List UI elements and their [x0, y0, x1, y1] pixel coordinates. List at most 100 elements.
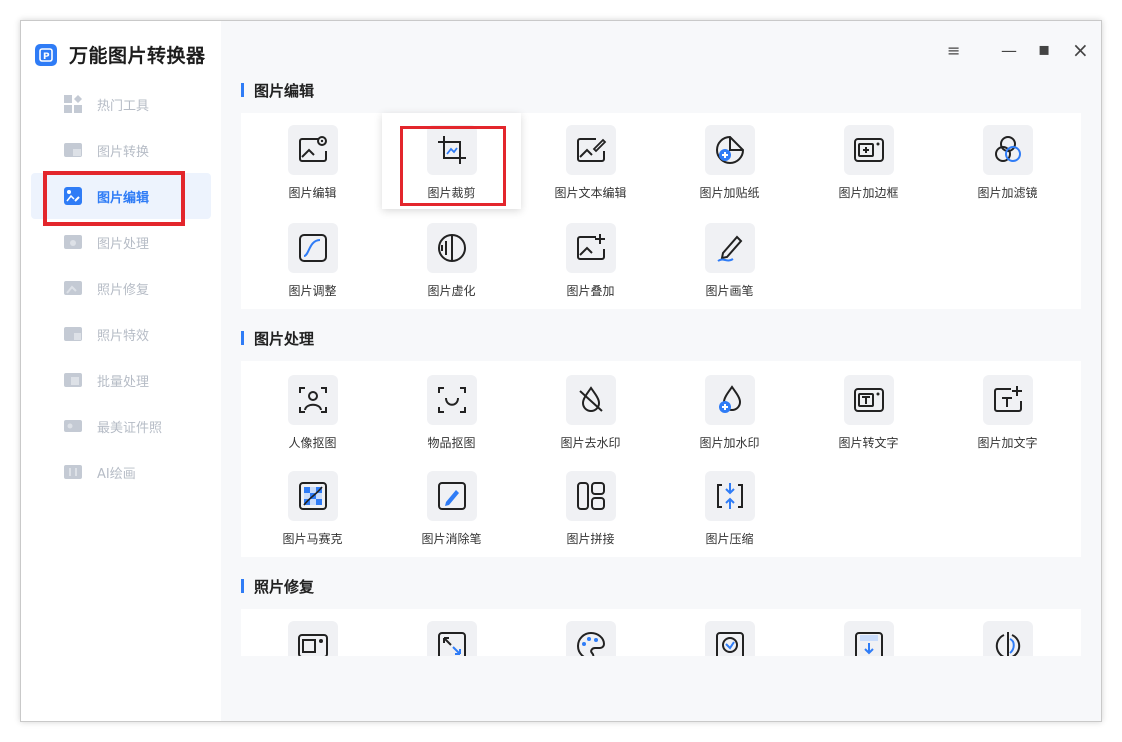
sidebar-item-label: 批量处理 [97, 374, 150, 390]
curve-adjust-icon [298, 234, 327, 262]
highlight-box-crop-tool [400, 126, 506, 206]
section-panel-image-edit: 图片编辑 图片裁剪 图片文本编辑 图片加贴纸 图片加边框 图片加滤镜 图片调整 … [241, 113, 1081, 309]
section-title: 照片修复 [254, 577, 315, 596]
sidebar: P 万能图片转换器 热门工具 图片转换 图片编辑 图片处理 照片修复 照片特效 … [21, 21, 221, 721]
tool-image-text-edit[interactable]: 图片文本编辑 [521, 113, 660, 209]
tool-face-repair[interactable] [660, 609, 799, 656]
tool-frame[interactable]: 图片加边框 [799, 113, 938, 209]
tool-enlarge[interactable] [382, 609, 521, 656]
tool-collage[interactable]: 图片拼接 [521, 459, 660, 555]
image-text-edit-icon [576, 138, 606, 162]
tool-label: 图片画笔 [705, 284, 754, 298]
sidebar-item-label: 图片转换 [97, 144, 150, 160]
tool-download-frame[interactable] [799, 609, 938, 656]
app-window: P 万能图片转换器 热门工具 图片转换 图片编辑 图片处理 照片修复 照片特效 … [20, 20, 1102, 722]
filter-icon [994, 136, 1021, 162]
maximize-button[interactable]: ▪ [1038, 39, 1050, 60]
sidebar-item-photo-repair[interactable]: 照片修复 [31, 265, 211, 311]
section-title: 图片处理 [254, 329, 315, 348]
minimize-button[interactable]: — [1001, 41, 1017, 60]
photo-effect-icon [64, 327, 82, 341]
photo-restore-icon [297, 634, 328, 656]
tool-sharpen[interactable] [938, 609, 1077, 656]
tool-blur[interactable]: 图片虚化 [382, 211, 521, 307]
mosaic-icon [298, 482, 327, 510]
frame-icon [853, 138, 884, 162]
image-settings-icon [298, 136, 327, 162]
section-header-photo-repair: 照片修复 [241, 576, 314, 596]
tool-label: 图片加滤镜 [977, 186, 1038, 200]
ai-paint-icon [64, 465, 82, 479]
tool-mosaic[interactable]: 图片马赛克 [243, 459, 382, 555]
id-photo-icon [64, 420, 82, 432]
batch-icon [64, 373, 82, 387]
object-cutout-icon [437, 387, 466, 413]
grid-star-icon [64, 95, 82, 113]
tool-label: 图片叠加 [566, 284, 615, 298]
download-frame-icon [854, 632, 883, 656]
add-watermark-icon [718, 385, 741, 413]
tool-label: 图片马赛克 [282, 532, 343, 546]
section-panel-image-process: 人像抠图 物品抠图 图片去水印 图片加水印 图片转文字 图片加文字 图片马赛克 … [241, 361, 1081, 557]
sticker-icon [715, 135, 744, 164]
sidebar-nav: 热门工具 图片转换 图片编辑 图片处理 照片修复 照片特效 批量处理 最美证件照… [31, 81, 211, 495]
tool-eraser-pen[interactable]: 图片消除笔 [382, 459, 521, 555]
tool-sticker[interactable]: 图片加贴纸 [660, 113, 799, 209]
tool-image-to-text[interactable]: 图片转文字 [799, 363, 938, 459]
tool-label: 物品抠图 [427, 436, 476, 450]
tool-object-cutout[interactable]: 物品抠图 [382, 363, 521, 459]
face-repair-icon [715, 632, 744, 656]
menu-icon[interactable]: ≡ [947, 41, 960, 60]
sidebar-item-label: 热门工具 [97, 98, 150, 114]
section-header-image-edit: 图片编辑 [241, 80, 314, 100]
add-text-icon [993, 386, 1022, 412]
tool-portrait-cutout[interactable]: 人像抠图 [243, 363, 382, 459]
tool-label: 图片编辑 [288, 186, 337, 200]
tool-label: 图片消除笔 [421, 532, 482, 546]
tool-label: 图片加文字 [977, 436, 1038, 450]
tool-label: 图片拼接 [566, 532, 615, 546]
tool-label: 图片加水印 [699, 436, 760, 450]
tool-adjust[interactable]: 图片调整 [243, 211, 382, 307]
tool-colorize[interactable] [521, 609, 660, 656]
tool-filter[interactable]: 图片加滤镜 [938, 113, 1077, 209]
sidebar-item-hot-tools[interactable]: 热门工具 [31, 81, 211, 127]
tool-add-watermark[interactable]: 图片加水印 [660, 363, 799, 459]
tool-overlay[interactable]: 图片叠加 [521, 211, 660, 307]
tool-label: 图片虚化 [427, 284, 476, 298]
sidebar-item-label: 最美证件照 [97, 420, 163, 436]
eraser-pen-icon [437, 482, 466, 510]
tool-image-edit[interactable]: 图片编辑 [243, 113, 382, 209]
blur-icon [437, 234, 466, 262]
sidebar-item-label: 照片特效 [97, 328, 150, 344]
tool-label: 人像抠图 [288, 436, 337, 450]
photo-repair-icon [64, 281, 82, 295]
tool-add-text[interactable]: 图片加文字 [938, 363, 1077, 459]
sidebar-item-ai-paint[interactable]: AI绘画 [31, 449, 211, 495]
tool-label: 图片去水印 [560, 436, 621, 450]
section-header-image-process: 图片处理 [241, 328, 314, 348]
enlarge-icon [437, 632, 466, 656]
section-accent-bar [241, 83, 244, 97]
collage-icon [576, 482, 605, 510]
remove-watermark-icon [578, 386, 603, 412]
sidebar-item-label: 照片修复 [97, 282, 150, 298]
colorize-icon [576, 631, 605, 656]
sidebar-item-id-photo[interactable]: 最美证件照 [31, 403, 211, 449]
app-logo-icon: P [35, 43, 57, 66]
sidebar-item-photo-effect[interactable]: 照片特效 [31, 311, 211, 357]
sidebar-item-label: AI绘画 [97, 466, 136, 482]
image-convert-icon [64, 143, 82, 157]
highlight-box-sidebar [43, 171, 185, 226]
tool-compress[interactable]: 图片压缩 [660, 459, 799, 555]
app-title: 万能图片转换器 [69, 45, 206, 67]
tool-label: 图片文本编辑 [554, 186, 627, 200]
tool-remove-watermark[interactable]: 图片去水印 [521, 363, 660, 459]
brand: P 万能图片转换器 [35, 41, 206, 68]
tool-brush[interactable]: 图片画笔 [660, 211, 799, 307]
tool-photo-restore[interactable] [243, 609, 382, 656]
sidebar-item-image-convert[interactable]: 图片转换 [31, 127, 211, 173]
sidebar-item-batch[interactable]: 批量处理 [31, 357, 211, 403]
tool-label: 图片加边框 [838, 186, 899, 200]
close-button[interactable]: × [1072, 38, 1089, 62]
